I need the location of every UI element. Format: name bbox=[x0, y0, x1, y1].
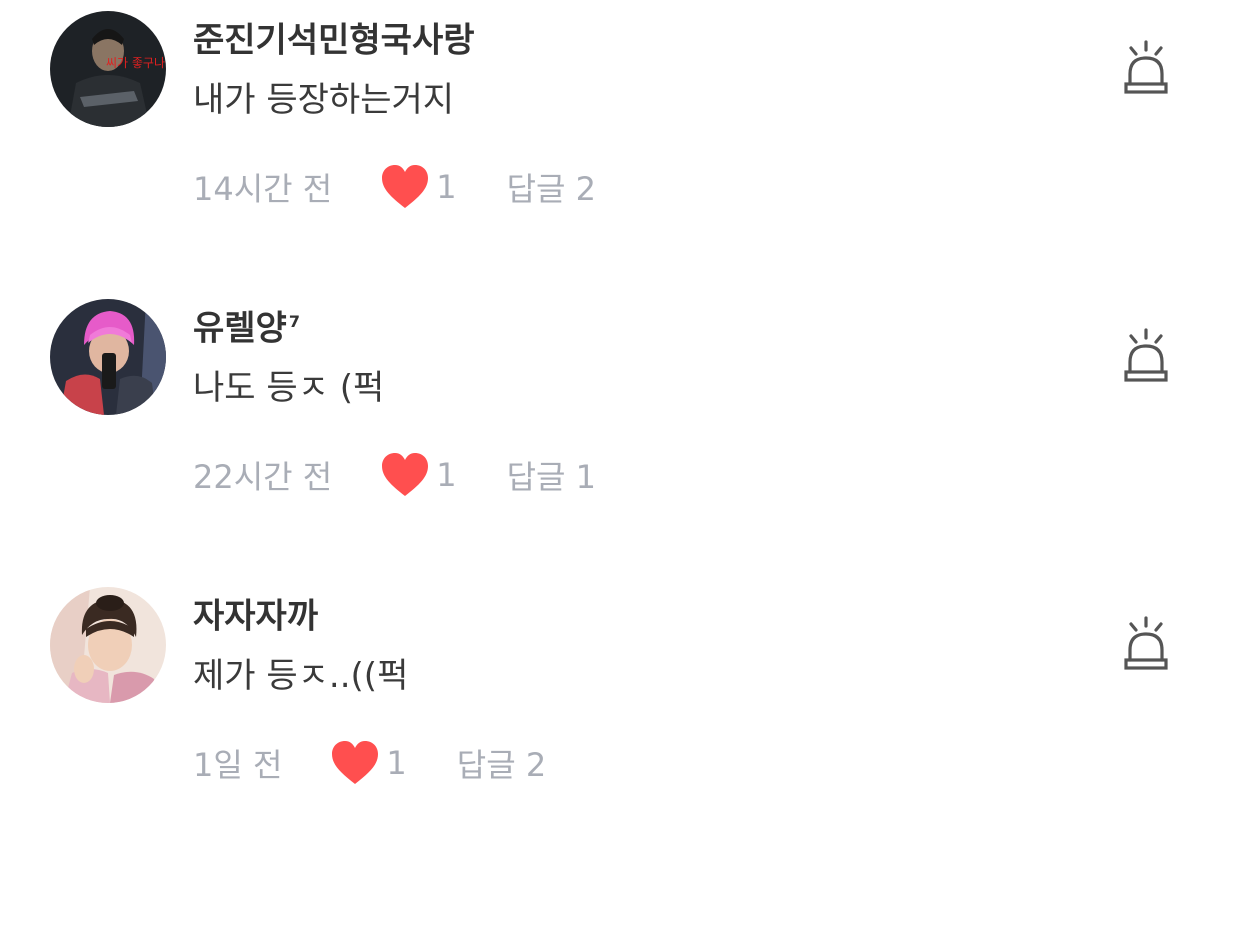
comment-text: 나도 등ㅈ (퍽 bbox=[193, 368, 385, 408]
like-count: 1 bbox=[436, 456, 457, 494]
reply-button[interactable]: 답글 2 bbox=[457, 740, 546, 786]
like-button[interactable]: 1 bbox=[330, 740, 407, 786]
timestamp: 14시간 전 bbox=[193, 170, 333, 208]
reply-button[interactable]: 답글 1 bbox=[507, 452, 596, 498]
username[interactable]: 유렐양 7 bbox=[193, 300, 300, 350]
comment-text: 제가 등ㅈ..((퍽 bbox=[193, 656, 409, 696]
heart-icon bbox=[382, 453, 429, 496]
heart-icon bbox=[382, 165, 429, 208]
timestamp: 22시간 전 bbox=[193, 458, 333, 496]
timestamp: 1일 전 bbox=[193, 746, 283, 784]
comment-meta: 14시간 전 1 답글 2 bbox=[193, 162, 596, 212]
comment-item: 유렐양 7 나도 등ㅈ (퍽 22시간 전 1 답글 1 bbox=[0, 288, 1242, 576]
username-text: 자자자까 bbox=[193, 596, 319, 637]
like-button[interactable]: 1 bbox=[380, 452, 457, 498]
heart-icon bbox=[332, 741, 379, 784]
siren-icon[interactable] bbox=[1122, 328, 1170, 384]
avatar-caption: 씨가 좋구나 bbox=[106, 56, 165, 70]
reply-button[interactable]: 답글 2 bbox=[507, 164, 596, 210]
avatar[interactable]: 씨가 좋구나 bbox=[50, 11, 166, 127]
username[interactable]: 준진기석민형국사랑 bbox=[193, 12, 477, 62]
comment-meta: 1일 전 1 답글 2 bbox=[193, 738, 546, 788]
username-badge: 7 bbox=[288, 312, 300, 331]
username-text: 유렐양 bbox=[193, 308, 287, 349]
like-count: 1 bbox=[386, 744, 407, 782]
comment-item: 자자자까 제가 등ㅈ..((퍽 1일 전 1 답글 2 bbox=[0, 576, 1242, 864]
comment-text: 내가 등장하는거지 bbox=[193, 80, 455, 120]
username[interactable]: 자자자까 bbox=[193, 588, 320, 638]
like-count: 1 bbox=[436, 168, 457, 206]
username-text: 준진기석민형국사랑 bbox=[193, 20, 475, 61]
comment-item: 씨가 좋구나 준진기석민형국사랑 내가 등장하는거지 14시간 전 1 답글 2 bbox=[0, 0, 1242, 288]
siren-icon[interactable] bbox=[1122, 40, 1170, 96]
like-button[interactable]: 1 bbox=[380, 164, 457, 210]
comment-meta: 22시간 전 1 답글 1 bbox=[193, 450, 596, 500]
avatar[interactable] bbox=[50, 587, 166, 703]
siren-icon[interactable] bbox=[1122, 616, 1170, 672]
avatar[interactable] bbox=[50, 299, 166, 415]
